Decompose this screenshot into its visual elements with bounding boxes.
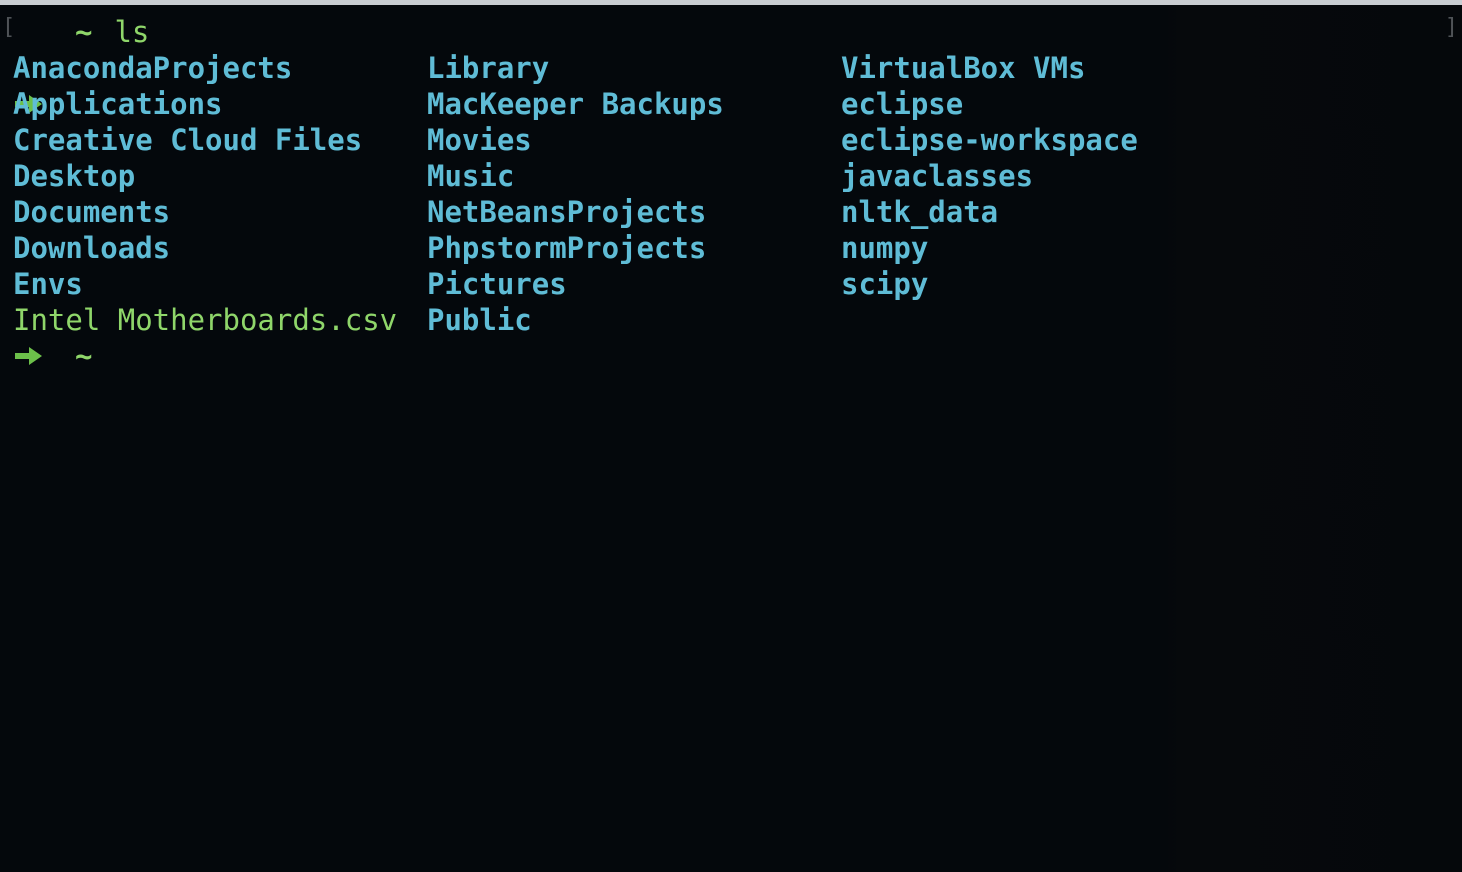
list-item: AnacondaProjects [13,51,293,85]
list-item: javaclasses [841,159,1034,193]
list-item: Desktop [13,159,136,193]
list-item: eclipse-workspace [841,123,1138,157]
list-item: Pictures [427,267,567,301]
right-bracket-marker: ] [1444,15,1458,40]
list-item: Envs [13,267,83,301]
list-item: numpy [841,231,929,265]
list-item: Library [427,51,550,85]
prompt-cwd: ~ [75,15,93,49]
command-line: ~ ls [13,14,150,113]
active-prompt-line[interactable]: ~ [13,338,102,374]
right-arrow-icon [13,20,45,113]
inactive-shade [1162,5,1462,872]
list-item: MacKeeper Backups [427,87,724,121]
prompt-cwd: ~ [75,339,93,373]
listing-column-2: Library MacKeeper Backups Movies Music N… [427,50,841,338]
list-item: Public [427,303,532,337]
terminal-window[interactable]: [ ] ~ ls AnacondaProjects Applications C… [0,0,1462,872]
list-item: scipy [841,267,929,301]
listing-column-1: AnacondaProjects Applications Creative C… [13,50,427,338]
list-item: VirtualBox VMs [841,51,1086,85]
ls-output: AnacondaProjects Applications Creative C… [13,50,1171,338]
list-item: PhpstormProjects [427,231,707,265]
list-item: Movies [427,123,532,157]
list-item: Applications [13,87,223,121]
list-item: NetBeansProjects [427,195,707,229]
list-item: Downloads [13,231,171,265]
list-item: nltk_data [841,195,999,229]
list-item: Documents [13,195,171,229]
right-arrow-icon [13,344,45,368]
list-item: eclipse [841,87,964,121]
command-text: ls [114,15,150,49]
list-item-file: Intel Motherboards.csv [13,303,398,337]
list-item: Music [427,159,515,193]
listing-column-3: VirtualBox VMs eclipse eclipse-workspace… [841,50,1171,338]
list-item: Creative Cloud Files [13,123,363,157]
